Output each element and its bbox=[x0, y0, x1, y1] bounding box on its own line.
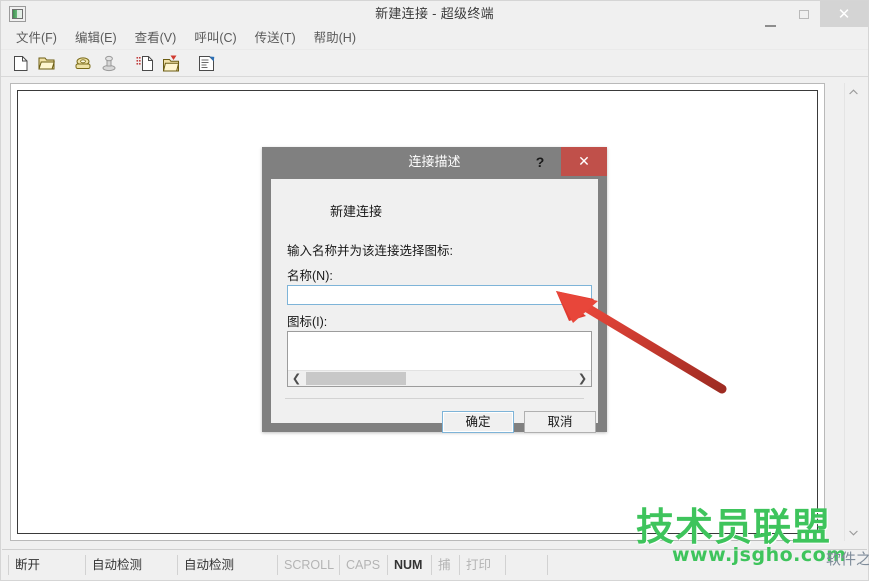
receive-file-icon[interactable] bbox=[159, 51, 183, 75]
status-capture: 捕 bbox=[432, 554, 460, 575]
open-folder-icon[interactable] bbox=[35, 51, 59, 75]
status-caps: CAPS bbox=[340, 554, 388, 575]
ok-button[interactable]: 确定 bbox=[442, 411, 514, 433]
name-input[interactable] bbox=[287, 285, 592, 305]
scroll-right-icon[interactable]: ❯ bbox=[574, 371, 591, 386]
status-print: 打印 bbox=[460, 554, 506, 575]
menu-call[interactable]: 呼叫(C) bbox=[185, 27, 245, 50]
close-button[interactable]: ✕ bbox=[820, 1, 868, 27]
status-connection: 断开 bbox=[8, 554, 86, 575]
status-autodetect-2: 自动检测 bbox=[178, 554, 278, 575]
menubar: 文件(F) 编辑(E) 查看(V) 呼叫(C) 传送(T) 帮助(H) bbox=[1, 27, 868, 50]
icon-listbox[interactable]: ❮ ❯ bbox=[287, 331, 592, 387]
toolbar bbox=[1, 50, 868, 77]
scroll-up-icon[interactable] bbox=[845, 83, 862, 100]
properties-icon[interactable] bbox=[195, 51, 219, 75]
dialog-heading: 新建连接 bbox=[330, 204, 383, 219]
status-autodetect-1: 自动检测 bbox=[86, 554, 178, 575]
dialog-title: 连接描述 bbox=[408, 154, 461, 169]
help-icon[interactable]: ? bbox=[529, 147, 551, 176]
menu-view[interactable]: 查看(V) bbox=[126, 27, 186, 50]
dialog-instruction: 输入名称并为该连接选择图标: bbox=[287, 244, 453, 258]
menu-edit[interactable]: 编辑(E) bbox=[66, 27, 126, 50]
icon-listbox-view[interactable] bbox=[288, 332, 591, 370]
icon-label: 图标(I): bbox=[287, 315, 328, 329]
screen: 新建连接 - 超级终端 ✕ 文件(F) 编辑(E) 查看(V) 呼叫(C) 传送… bbox=[0, 0, 869, 581]
maximize-button[interactable] bbox=[787, 1, 820, 27]
window-titlebar: 新建连接 - 超级终端 ✕ bbox=[1, 1, 868, 27]
call-phone-icon[interactable] bbox=[71, 51, 95, 75]
icon-listbox-scrollbar[interactable]: ❮ ❯ bbox=[288, 370, 591, 386]
menu-help[interactable]: 帮助(H) bbox=[305, 27, 365, 50]
dialog-close-button[interactable]: ✕ bbox=[561, 147, 607, 176]
scrollbar-thumb[interactable] bbox=[306, 372, 406, 385]
menu-file[interactable]: 文件(F) bbox=[7, 27, 66, 50]
menu-transfer[interactable]: 传送(T) bbox=[246, 27, 305, 50]
new-connection-icon[interactable] bbox=[9, 51, 33, 75]
scroll-down-icon[interactable] bbox=[845, 524, 862, 541]
statusbar: 断开 自动检测 自动检测 SCROLL CAPS NUM 捕 打印 bbox=[2, 549, 867, 579]
hangup-phone-icon[interactable] bbox=[97, 51, 121, 75]
dialog-titlebar: 连接描述 ? ✕ bbox=[262, 147, 607, 176]
scroll-left-icon[interactable]: ❮ bbox=[288, 371, 305, 386]
window-title: 新建连接 - 超级终端 bbox=[375, 6, 494, 21]
window-caption-buttons: ✕ bbox=[754, 1, 868, 27]
send-file-icon[interactable] bbox=[133, 51, 157, 75]
cancel-button[interactable]: 取消 bbox=[524, 411, 596, 433]
status-num: NUM bbox=[388, 554, 432, 575]
status-scroll: SCROLL bbox=[278, 554, 340, 575]
terminal-vertical-scrollbar[interactable] bbox=[844, 83, 861, 541]
dialog-body: 新建连接 输入名称并为该连接选择图标: 名称(N): 图标(I): ❮ ❯ 确定… bbox=[271, 179, 598, 433]
dialog-separator bbox=[285, 398, 584, 399]
connection-description-dialog: 连接描述 ? ✕ 新建连接 输入名称并为该连接选择图标: 名称(N): 图标(I… bbox=[262, 147, 607, 433]
name-label: 名称(N): bbox=[287, 269, 333, 283]
status-spacer bbox=[506, 554, 548, 575]
